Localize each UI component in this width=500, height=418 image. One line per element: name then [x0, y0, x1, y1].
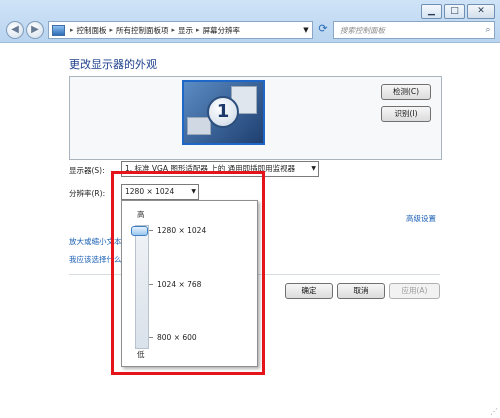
resolution-slider-thumb[interactable]: [131, 226, 148, 236]
chevron-down-icon: ▼: [311, 165, 316, 172]
window-titlebar: ▁ □ ✕ ◀ ▶ ▸ 控制面板 ▸ 所有控制面板项 ▸ 显示 ▸ 屏幕分辨率 …: [0, 0, 500, 43]
cancel-button[interactable]: 取消: [337, 283, 385, 299]
ok-button[interactable]: 确定: [285, 283, 333, 299]
control-panel-icon: [52, 24, 65, 36]
maximize-button[interactable]: □: [444, 4, 465, 19]
minimize-button[interactable]: ▁: [421, 4, 442, 19]
forward-arrow-icon[interactable]: ▶: [26, 21, 44, 39]
page-title: 更改显示器的外观: [69, 58, 157, 71]
chevron-down-icon: ▼: [191, 188, 196, 195]
monitor-window-graphic: [187, 117, 211, 135]
display-select-value: 1. 标准 VGA 图形适配器 上的 通用即插即用监视器: [125, 164, 296, 173]
detect-button[interactable]: 检测(C): [381, 84, 431, 100]
monitor-1-thumbnail[interactable]: 1: [182, 80, 265, 145]
resolution-label: 分辨率(R):: [69, 189, 106, 198]
search-input[interactable]: 搜索控制面板: [340, 25, 482, 36]
resolution-select[interactable]: 1280 × 1024 ▼: [121, 184, 199, 200]
window-controls: ▁ □ ✕: [421, 4, 495, 19]
address-dropdown-button[interactable]: ▼: [300, 21, 313, 39]
monitor-number-badge: 1: [207, 96, 239, 128]
resolution-option[interactable]: 1280 × 1024: [157, 226, 206, 235]
slider-tick: [149, 230, 153, 231]
slider-tick: [149, 284, 153, 285]
resolution-slider-track[interactable]: [135, 225, 149, 349]
breadcrumb-control-panel[interactable]: 控制面板: [77, 25, 107, 36]
resolution-select-value: 1280 × 1024: [125, 187, 175, 196]
slider-high-label: 高: [137, 210, 145, 219]
close-button[interactable]: ✕: [467, 4, 495, 19]
nav-arrows: ◀ ▶: [6, 21, 44, 39]
advanced-settings-link[interactable]: 高级设置: [406, 213, 436, 224]
enlarge-text-link[interactable]: 放大或缩小文本: [69, 236, 122, 247]
apply-button: 应用(A): [389, 283, 440, 299]
which-settings-link[interactable]: 我应该选择什么: [69, 254, 122, 265]
identify-button[interactable]: 识别(I): [381, 106, 431, 122]
resolution-slider-popup: 高 1280 × 1024 1024 × 768 800 × 600 低: [121, 200, 258, 367]
slider-tick: [149, 337, 153, 338]
back-arrow-icon[interactable]: ◀: [6, 21, 24, 39]
refresh-icon[interactable]: ⟳: [316, 21, 330, 37]
resize-grip-icon[interactable]: ⋰: [490, 407, 498, 416]
display-select[interactable]: 1. 标准 VGA 图形适配器 上的 通用即插即用监视器 ▼: [121, 161, 319, 177]
resolution-option[interactable]: 800 × 600: [157, 333, 197, 342]
search-icon[interactable]: ⌕: [482, 25, 494, 35]
search-box[interactable]: 搜索控制面板 ⌕: [333, 21, 495, 39]
breadcrumb-display[interactable]: 显示: [178, 25, 193, 36]
breadcrumb-all-items[interactable]: 所有控制面板项: [116, 25, 169, 36]
display-label: 显示器(S):: [69, 166, 105, 175]
monitor-preview-area: 1 检测(C) 识别(I): [69, 76, 442, 160]
breadcrumb-screen-resolution[interactable]: 屏幕分辨率: [203, 25, 241, 36]
address-bar[interactable]: ▸ 控制面板 ▸ 所有控制面板项 ▸ 显示 ▸ 屏幕分辨率: [48, 21, 302, 39]
resolution-option[interactable]: 1024 × 768: [157, 280, 201, 289]
slider-low-label: 低: [137, 350, 145, 359]
